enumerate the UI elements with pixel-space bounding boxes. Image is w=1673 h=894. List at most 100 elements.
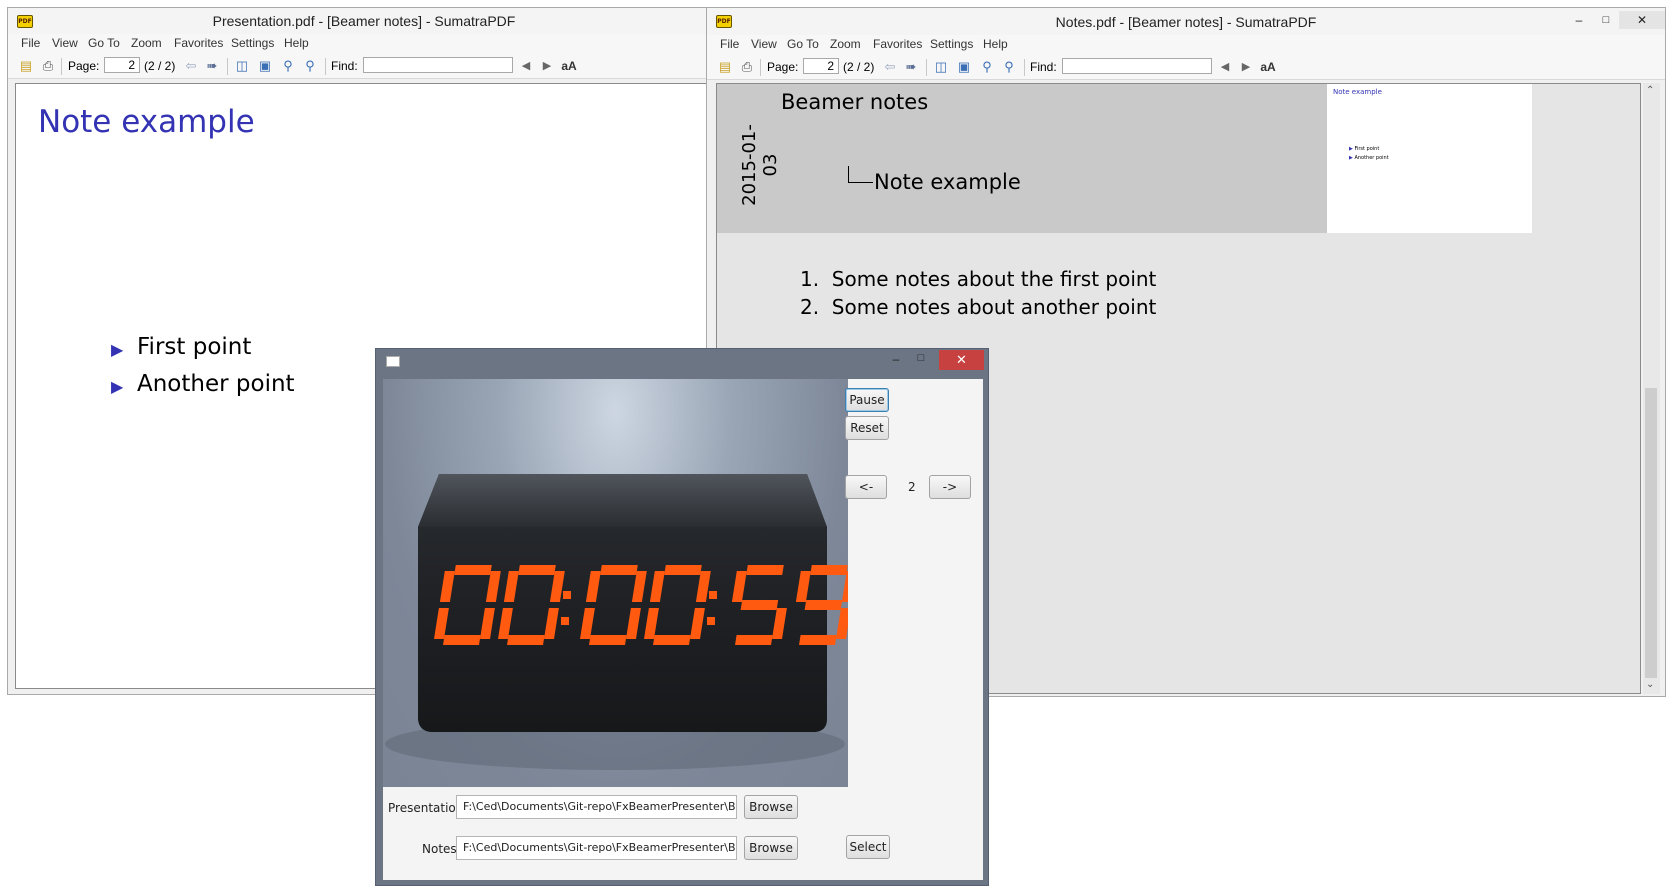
presentation-path-input[interactable]: F:\Ced\Documents\Git-repo\FxBeamerPresen… — [456, 795, 737, 819]
zoom-out-icon[interactable]: ⚲ — [280, 58, 296, 74]
notes-header-title: Beamer notes — [781, 90, 929, 114]
menu-go-to[interactable]: Go To — [88, 36, 120, 50]
forward-arrow-icon[interactable]: ➠ — [204, 58, 220, 74]
select-button[interactable]: Select — [846, 835, 890, 859]
notes-titlebar[interactable]: PDF Notes.pdf - [Beamer notes] - Sumatra… — [707, 8, 1665, 35]
minimize-button[interactable]: – — [1567, 11, 1591, 29]
clock-segment — [836, 608, 848, 639]
page-number-input[interactable]: 2 — [104, 57, 140, 73]
slide-thumbnail: Note example ▶ First point ▶ Another poi… — [1327, 84, 1532, 233]
toolbar-separator — [1024, 59, 1025, 76]
find-previous-icon[interactable]: ◀ — [1217, 59, 1233, 75]
back-arrow-icon[interactable]: ⇦ — [882, 59, 898, 75]
find-previous-icon[interactable]: ◀ — [518, 58, 534, 74]
toolbar-separator — [926, 59, 927, 76]
notes-menubar: File View Go To Zoom Favorites Settings … — [707, 35, 1665, 55]
clock-segment — [746, 565, 784, 575]
scroll-up-icon[interactable]: ⌃ — [1646, 85, 1654, 96]
clock-segment — [507, 635, 545, 645]
print-icon[interactable]: ⎙ — [40, 58, 56, 74]
previous-page-button[interactable]: <- — [845, 475, 887, 499]
clock-segment — [841, 571, 848, 602]
clock-segment — [799, 635, 837, 645]
thumbnail-bullet-text: Another point — [1354, 155, 1389, 161]
menu-file[interactable]: File — [720, 37, 739, 51]
page-number-input[interactable]: 2 — [803, 58, 839, 74]
page-count: (2 / 2) — [843, 60, 875, 74]
find-next-icon[interactable]: ▶ — [539, 58, 555, 74]
clock-colon-dot — [709, 591, 717, 599]
open-folder-icon[interactable]: ▤ — [717, 59, 733, 75]
match-case-icon[interactable]: aA — [561, 58, 577, 74]
toolbar-separator — [760, 59, 761, 76]
find-input[interactable] — [1062, 58, 1212, 74]
presentation-titlebar[interactable]: PDF Presentation.pdf - [Beamer notes] - … — [8, 8, 720, 34]
clock-segment — [735, 635, 773, 645]
menu-settings[interactable]: Settings — [231, 36, 274, 50]
menu-zoom[interactable]: Zoom — [131, 36, 162, 50]
notes-date: 2015-01-03 — [739, 124, 781, 206]
print-icon[interactable]: ⎙ — [739, 59, 755, 75]
menu-file[interactable]: File — [21, 36, 40, 50]
clock-segment — [454, 565, 492, 575]
menu-help[interactable]: Help — [284, 36, 309, 50]
menu-zoom[interactable]: Zoom — [830, 37, 861, 51]
presenter-titlebar[interactable]: – □ ✕ — [376, 349, 988, 373]
close-button[interactable]: ✕ — [939, 350, 984, 370]
minimize-button[interactable]: – — [886, 352, 906, 370]
clock-top — [418, 474, 827, 527]
open-folder-icon[interactable]: ▤ — [18, 58, 34, 74]
slide-bullet: ▶ First point — [111, 334, 251, 360]
toolbar-separator — [227, 58, 228, 75]
menu-view[interactable]: View — [751, 37, 777, 51]
reset-button[interactable]: Reset — [845, 416, 889, 440]
fit-width-icon[interactable]: ▣ — [956, 59, 972, 75]
find-input[interactable] — [363, 57, 513, 73]
maximize-button[interactable]: □ — [911, 352, 931, 370]
page-count: (2 / 2) — [144, 59, 176, 73]
match-case-icon[interactable]: aA — [1260, 59, 1276, 75]
menu-favorites[interactable]: Favorites — [174, 36, 223, 50]
notes-header: Beamer notes 2015-01-03 Note example — [717, 84, 1327, 233]
clock-segment — [600, 565, 638, 575]
fit-width-icon[interactable]: ▣ — [257, 58, 273, 74]
menu-favorites[interactable]: Favorites — [873, 37, 922, 51]
presentation-browse-button[interactable]: Browse — [744, 795, 798, 819]
notes-path-input[interactable]: F:\Ced\Documents\Git-repo\FxBeamerPresen… — [456, 836, 737, 860]
menu-go-to[interactable]: Go To — [787, 37, 819, 51]
notes-window-title: Notes.pdf - [Beamer notes] - SumatraPDF — [1055, 14, 1317, 30]
back-arrow-icon[interactable]: ⇦ — [183, 58, 199, 74]
notes-browse-button[interactable]: Browse — [744, 836, 798, 860]
zoom-in-icon[interactable]: ⚲ — [1001, 59, 1017, 75]
next-page-button[interactable]: -> — [929, 475, 971, 499]
page-label: Page: — [767, 60, 799, 74]
menu-settings[interactable]: Settings — [930, 37, 973, 51]
menu-view[interactable]: View — [52, 36, 78, 50]
fit-page-icon[interactable]: ◫ — [234, 58, 250, 74]
zoom-in-icon[interactable]: ⚲ — [302, 58, 318, 74]
thumbnail-title: Note example — [1333, 88, 1382, 96]
zoom-out-icon[interactable]: ⚲ — [979, 59, 995, 75]
clock-segment — [740, 600, 779, 610]
vertical-scrollbar[interactable]: ⌃ ⌄ — [1643, 83, 1660, 694]
digital-clock — [385, 474, 848, 770]
presentation-toolbar: ▤ ⎙ Page: 2 (2 / 2) ⇦ ➠ ◫ ▣ ⚲ ⚲ Find: ◀ … — [8, 54, 720, 79]
scrollbar-thumb[interactable] — [1645, 388, 1657, 678]
pause-button[interactable]: Pause — [845, 388, 889, 412]
maximize-button[interactable]: □ — [1594, 11, 1618, 29]
close-button[interactable]: ✕ — [1619, 11, 1665, 29]
notes-item: 1. Some notes about the first point — [800, 267, 1157, 291]
scroll-down-icon[interactable]: ⌄ — [1646, 679, 1654, 690]
presentation-label: Presentation — [388, 801, 464, 815]
clock-colon-dot — [707, 617, 715, 625]
find-label: Find: — [331, 59, 358, 73]
notes-section: Note example — [874, 170, 1021, 194]
menu-help[interactable]: Help — [983, 37, 1008, 51]
find-next-icon[interactable]: ▶ — [1238, 59, 1254, 75]
presenter-app-icon — [386, 356, 400, 367]
forward-arrow-icon[interactable]: ➠ — [903, 59, 919, 75]
fit-page-icon[interactable]: ◫ — [933, 59, 949, 75]
notes-label: Notes — [422, 842, 457, 856]
clock-colon-dot — [561, 617, 569, 625]
clock-segment — [518, 565, 556, 575]
